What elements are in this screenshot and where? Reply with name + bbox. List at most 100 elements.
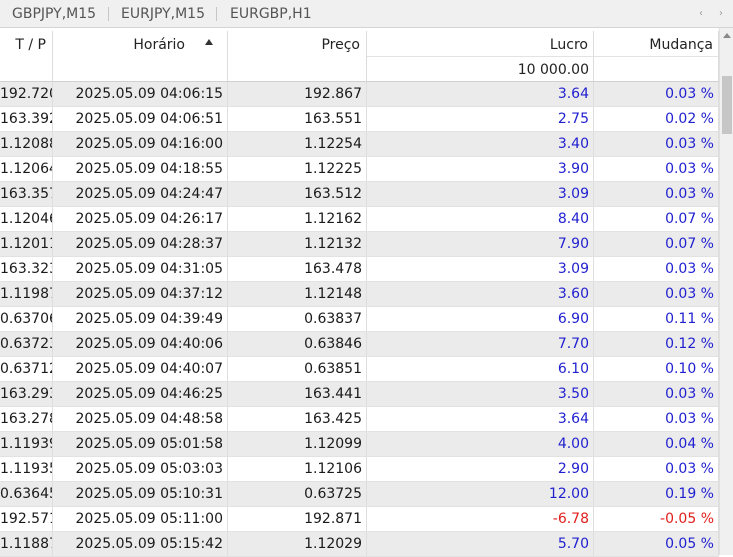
cell-profit: 7.70 xyxy=(367,332,594,356)
cell-price: 163.478 xyxy=(228,257,367,281)
table-row[interactable]: 1.12088 2025.05.09 04:16:00 1.12254 3.40 0.0… xyxy=(0,132,719,157)
table-row[interactable]: 1.11987 2025.05.09 04:37:12 1.12148 3.60 0.0… xyxy=(0,282,719,307)
cell-profit: 8.40 xyxy=(367,207,594,231)
table-row[interactable]: 1.12011 2025.05.09 04:28:37 1.12132 7.90 0.0… xyxy=(0,232,719,257)
chevron-left-icon[interactable]: ‹ xyxy=(699,0,703,28)
table-row[interactable]: 0.63645 2025.05.09 05:10:31 0.63725 12.00 0.… xyxy=(0,482,719,507)
cell-profit: 5.70 xyxy=(367,532,594,556)
table-row[interactable]: 1.12064 2025.05.09 04:18:55 1.12225 3.90 0.0… xyxy=(0,157,719,182)
cell-price: 0.63725 xyxy=(228,482,367,506)
cell-price: 1.12148 xyxy=(228,282,367,306)
cell-change: 0.03 % xyxy=(594,282,719,306)
scrollbar-thumb[interactable] xyxy=(722,76,732,134)
cell-change: 0.05 % xyxy=(594,532,719,556)
cell-time: 2025.05.09 04:16:00 xyxy=(53,132,228,156)
tab-eurjpy-m15[interactable]: EURJPY,M15 xyxy=(121,0,205,28)
cell-tp: 163.392 xyxy=(0,107,53,131)
cell-price: 1.12254 xyxy=(228,132,367,156)
chevron-right-icon[interactable]: › xyxy=(719,0,723,28)
trades-table-body: 192.720 2025.05.09 04:06:15 192.867 3.64 0.0… xyxy=(0,82,719,557)
cell-time: 2025.05.09 05:11:00 xyxy=(53,507,228,531)
table-row[interactable]: 163.278 2025.05.09 04:48:58 163.425 3.64 0.0… xyxy=(0,407,719,432)
table-row[interactable]: 0.63712 2025.05.09 04:40:07 0.63851 6.10 0.1… xyxy=(0,357,719,382)
cell-price: 0.63846 xyxy=(228,332,367,356)
cell-tp: 163.293 xyxy=(0,382,53,406)
cell-tp: 163.357 xyxy=(0,182,53,206)
cell-profit: 3.09 xyxy=(367,257,594,281)
cell-change: 0.10 % xyxy=(594,357,719,381)
cell-tp: 1.11935 xyxy=(0,457,53,481)
cell-price: 0.63851 xyxy=(228,357,367,381)
cell-tp: 1.11887 xyxy=(0,532,53,556)
table-row[interactable]: 0.63723 2025.05.09 04:40:06 0.63846 7.70 0.1… xyxy=(0,332,719,357)
column-header-tp[interactable]: T / P xyxy=(0,31,53,81)
cell-price: 1.12099 xyxy=(228,432,367,456)
cell-tp: 1.11987 xyxy=(0,282,53,306)
cell-change: 0.03 % xyxy=(594,407,719,431)
cell-time: 2025.05.09 04:37:12 xyxy=(53,282,228,306)
cell-profit: 6.90 xyxy=(367,307,594,331)
cell-change: 0.12 % xyxy=(594,332,719,356)
cell-tp: 0.63712 xyxy=(0,357,53,381)
cell-price: 1.12029 xyxy=(228,532,367,556)
cell-tp: 1.12088 xyxy=(0,132,53,156)
column-header-label: Mudança xyxy=(649,37,713,53)
cell-price: 1.12106 xyxy=(228,457,367,481)
cell-tp: 1.12011 xyxy=(0,232,53,256)
cell-tp: 192.571 xyxy=(0,507,53,531)
cell-change: 0.07 % xyxy=(594,207,719,231)
cell-profit: 3.64 xyxy=(367,82,594,106)
table-row[interactable]: 192.720 2025.05.09 04:06:15 192.867 3.64 0.0… xyxy=(0,82,719,107)
table-row[interactable]: 163.392 2025.05.09 04:06:51 163.551 2.75 0.0… xyxy=(0,107,719,132)
cell-tp: 0.63706 xyxy=(0,307,53,331)
cell-tp: 0.63645 xyxy=(0,482,53,506)
table-row[interactable]: 1.12046 2025.05.09 04:26:17 1.12162 8.40 0.0… xyxy=(0,207,719,232)
cell-price: 163.512 xyxy=(228,182,367,206)
cell-profit: 3.90 xyxy=(367,157,594,181)
cell-price: 192.871 xyxy=(228,507,367,531)
table-row[interactable]: 163.293 2025.05.09 04:46:25 163.441 3.50 0.0… xyxy=(0,382,719,407)
cell-change: 0.03 % xyxy=(594,157,719,181)
cell-time: 2025.05.09 04:18:55 xyxy=(53,157,228,181)
column-header-price[interactable]: Preço xyxy=(228,31,367,81)
table-row[interactable]: 163.323 2025.05.09 04:31:05 163.478 3.09 0.0… xyxy=(0,257,719,282)
table-row[interactable]: 1.11887 2025.05.09 05:15:42 1.12029 5.70 0.0… xyxy=(0,532,719,557)
sort-ascending-icon xyxy=(205,39,213,45)
cell-price: 0.63837 xyxy=(228,307,367,331)
cell-time: 2025.05.09 05:01:58 xyxy=(53,432,228,456)
cell-profit: 3.60 xyxy=(367,282,594,306)
cell-change: 0.07 % xyxy=(594,232,719,256)
cell-tp: 163.278 xyxy=(0,407,53,431)
cell-profit: 12.00 xyxy=(367,482,594,506)
cell-change: 0.02 % xyxy=(594,107,719,131)
tab-gbpjpy-m15[interactable]: GBPJPY,M15 xyxy=(12,0,96,28)
cell-change: 0.03 % xyxy=(594,382,719,406)
table-row[interactable]: 163.357 2025.05.09 04:24:47 163.512 3.09 0.0… xyxy=(0,182,719,207)
column-header-time[interactable]: Horário xyxy=(53,31,228,81)
vertical-scrollbar[interactable] xyxy=(719,28,733,555)
cell-tp: 1.11939 xyxy=(0,432,53,456)
cell-tp: 1.12064 xyxy=(0,157,53,181)
cell-tp: 192.720 xyxy=(0,82,53,106)
cell-change: 0.03 % xyxy=(594,132,719,156)
cell-time: 2025.05.09 04:06:15 xyxy=(53,82,228,106)
cell-tp: 163.323 xyxy=(0,257,53,281)
table-row[interactable]: 1.11935 2025.05.09 05:03:03 1.12106 2.90 0.0… xyxy=(0,457,719,482)
cell-price: 1.12132 xyxy=(228,232,367,256)
scroll-up-icon[interactable] xyxy=(723,33,731,38)
table-row[interactable]: 0.63706 2025.05.09 04:39:49 0.63837 6.90 0.1… xyxy=(0,307,719,332)
table-row[interactable]: 1.11939 2025.05.09 05:01:58 1.12099 4.00 0.0… xyxy=(0,432,719,457)
cell-price: 1.12225 xyxy=(228,157,367,181)
cell-time: 2025.05.09 04:39:49 xyxy=(53,307,228,331)
cell-profit: -6.78 xyxy=(367,507,594,531)
cell-profit: 7.90 xyxy=(367,232,594,256)
cell-time: 2025.05.09 04:46:25 xyxy=(53,382,228,406)
cell-profit: 4.00 xyxy=(367,432,594,456)
chart-tab-bar: GBPJPY,M15 EURJPY,M15 EURGBP,H1 ‹ › xyxy=(0,0,733,28)
cell-time: 2025.05.09 04:40:06 xyxy=(53,332,228,356)
table-row[interactable]: 192.571 2025.05.09 05:11:00 192.871 -6.78 -0… xyxy=(0,507,719,532)
cell-change: 0.19 % xyxy=(594,482,719,506)
cell-change: 0.03 % xyxy=(594,457,719,481)
tab-eurgbp-h1[interactable]: EURGBP,H1 xyxy=(230,0,312,28)
tab-divider xyxy=(216,7,217,21)
